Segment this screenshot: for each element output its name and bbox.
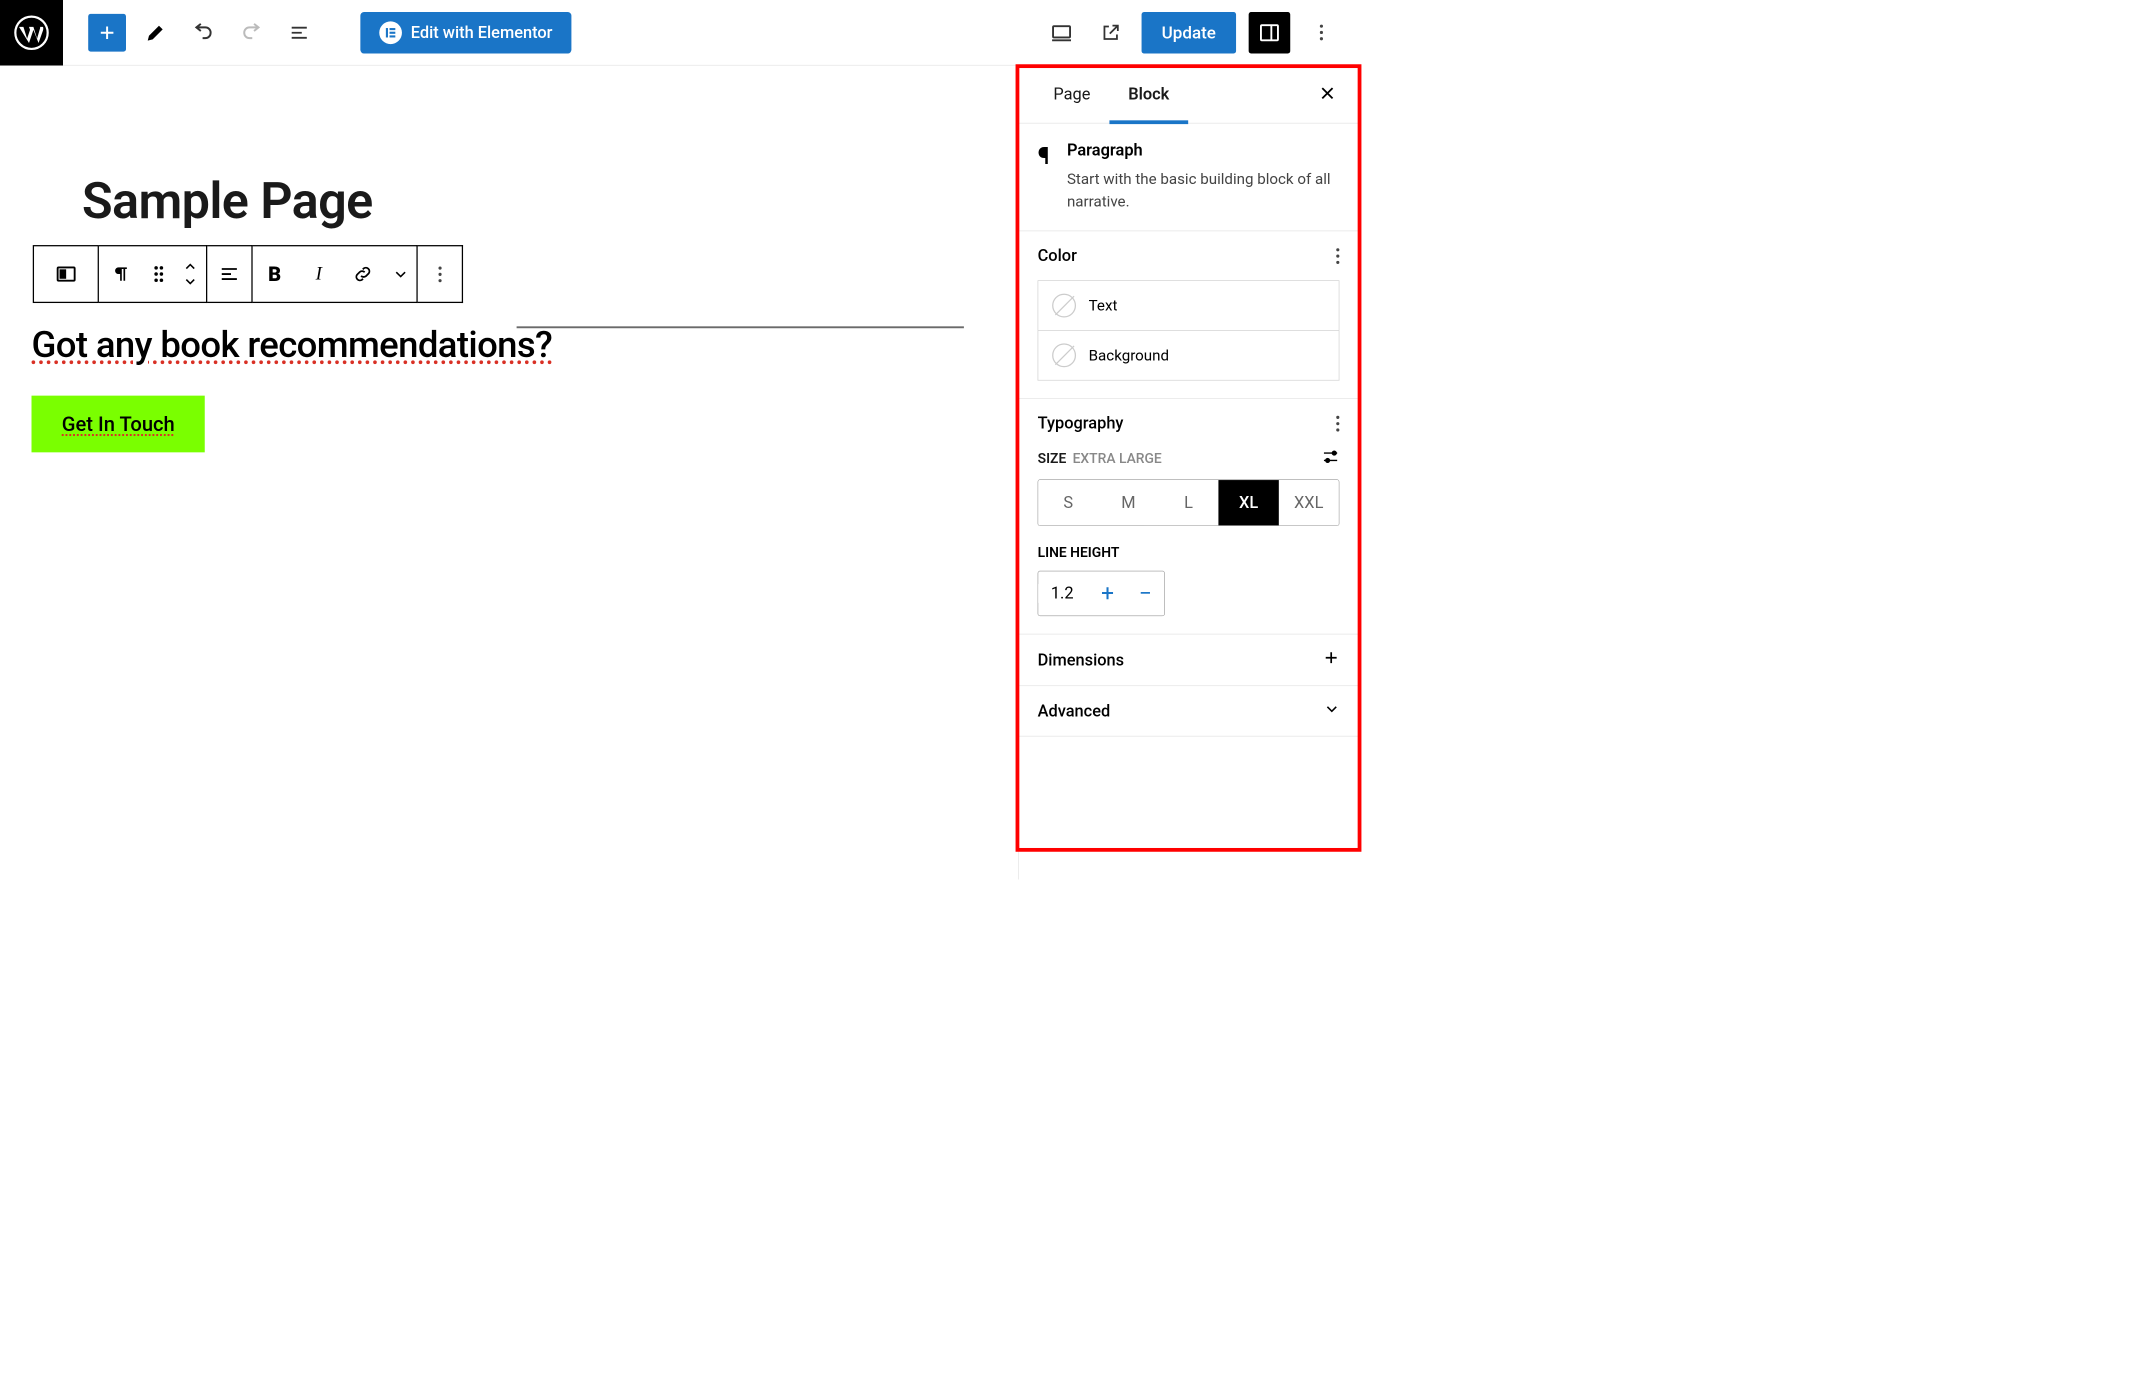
panel-advanced: Advanced [1019, 686, 1359, 736]
panel-typography: Typography SIZE EXTRA LARGE S M L XL XXL [1019, 399, 1359, 635]
options-menu-button[interactable] [1303, 14, 1340, 51]
link-button[interactable] [341, 246, 385, 301]
color-bg-label: Background [1089, 347, 1169, 365]
block-info-description: Start with the basic building block of a… [1067, 168, 1339, 213]
panel-dimensions-title: Dimensions [1038, 650, 1124, 669]
toolbar-left: Edit with Elementor [63, 12, 571, 54]
size-xxl[interactable]: XXL [1279, 480, 1339, 525]
more-formatting-button[interactable] [385, 246, 417, 301]
preview-button[interactable] [1092, 14, 1129, 51]
wordpress-logo[interactable] [0, 0, 63, 65]
vertical-dots-icon[interactable] [1336, 415, 1339, 431]
update-button[interactable]: Update [1142, 12, 1237, 54]
document-outline-button[interactable] [281, 14, 318, 51]
panel-dimensions: Dimensions [1019, 634, 1359, 686]
line-height-decrease[interactable]: − [1126, 571, 1164, 615]
selection-line [517, 326, 964, 328]
size-xl[interactable]: XL [1219, 480, 1279, 525]
line-height-increase[interactable]: + [1089, 571, 1127, 615]
line-height-input[interactable] [1038, 584, 1088, 603]
settings-sidebar-toggle[interactable] [1249, 12, 1291, 54]
select-parent-button[interactable] [44, 246, 88, 301]
size-m[interactable]: M [1098, 480, 1158, 525]
toolbar-right: Update [1043, 12, 1358, 54]
panel-color-title: Color [1038, 246, 1077, 265]
edit-with-elementor-button[interactable]: Edit with Elementor [360, 12, 571, 54]
add-block-button[interactable] [88, 14, 126, 52]
panel-dimensions-header[interactable]: Dimensions [1019, 634, 1359, 685]
size-s[interactable]: S [1038, 480, 1098, 525]
panel-color: Color Text Background [1019, 231, 1359, 399]
cta-button-block[interactable]: Get In Touch [32, 395, 206, 452]
vertical-dots-icon [438, 266, 441, 282]
redo-button[interactable] [233, 14, 270, 51]
color-swatch-none-icon [1052, 343, 1076, 367]
tab-block[interactable]: Block [1109, 65, 1188, 123]
drag-handle-button[interactable] [143, 246, 175, 301]
color-text-label: Text [1089, 297, 1118, 315]
top-toolbar: Edit with Elementor Update [0, 0, 1358, 66]
settings-sidebar: Page Block ¶ Paragraph Start with the ba… [1018, 66, 1358, 880]
line-height-control: + − [1038, 571, 1165, 616]
line-height-label: LINE HEIGHT [1038, 545, 1340, 561]
panel-advanced-header[interactable]: Advanced [1019, 686, 1359, 736]
block-toolbar: B I [33, 245, 463, 303]
elementor-label: Edit with Elementor [411, 23, 553, 42]
size-l[interactable]: L [1158, 480, 1218, 525]
page-title[interactable]: Sample Page [82, 171, 373, 230]
paragraph-block[interactable]: Got any book recommendations? [32, 324, 987, 368]
panel-color-header[interactable]: Color [1019, 231, 1359, 280]
content-area: Got any book recommendations? Get In Tou… [32, 324, 987, 452]
chevron-down-icon [1324, 701, 1339, 721]
sidebar-tabs: Page Block [1019, 66, 1359, 124]
size-segments: S M L XL XXL [1038, 479, 1340, 526]
color-swatch-none-icon [1052, 294, 1076, 318]
block-info: ¶ Paragraph Start with the basic buildin… [1019, 123, 1359, 231]
undo-button[interactable] [185, 14, 222, 51]
size-value-label: EXTRA LARGE [1073, 451, 1162, 467]
size-label: SIZE [1038, 451, 1067, 467]
panel-typography-title: Typography [1038, 414, 1124, 433]
elementor-icon [379, 21, 402, 44]
paragraph-block-icon[interactable] [99, 246, 143, 301]
bold-button[interactable]: B [253, 246, 297, 301]
editor-canvas[interactable]: Sample Page [0, 66, 1018, 880]
align-button[interactable] [207, 246, 251, 301]
block-options-button[interactable] [418, 246, 462, 301]
view-desktop-button[interactable] [1043, 14, 1080, 51]
block-info-title: Paragraph [1067, 141, 1339, 160]
close-sidebar-button[interactable] [1312, 78, 1342, 111]
tab-page[interactable]: Page [1034, 65, 1109, 123]
edit-icon[interactable] [137, 14, 174, 51]
panel-advanced-title: Advanced [1038, 702, 1111, 721]
italic-button[interactable]: I [297, 246, 341, 301]
color-text-row[interactable]: Text [1038, 280, 1340, 330]
custom-size-button[interactable] [1322, 448, 1340, 469]
plus-icon [1323, 650, 1339, 671]
vertical-dots-icon [1320, 25, 1323, 41]
paragraph-icon: ¶ [1038, 141, 1050, 213]
move-up-down-button[interactable] [175, 246, 207, 301]
vertical-dots-icon[interactable] [1336, 248, 1339, 264]
panel-typography-header[interactable]: Typography [1019, 399, 1359, 448]
color-background-row[interactable]: Background [1038, 331, 1340, 381]
